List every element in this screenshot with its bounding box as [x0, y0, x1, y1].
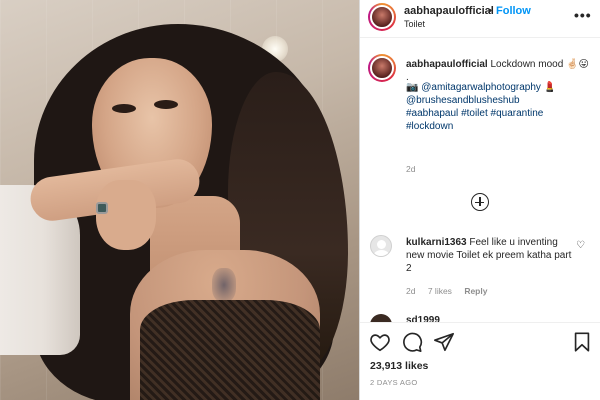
hashtag[interactable]: #aabhapaul: [406, 108, 458, 119]
caption-dot: .: [406, 72, 409, 83]
tattoo: [212, 268, 236, 302]
ring: [96, 202, 108, 214]
post-side-panel: aabhapaulofficial • Follow Toilet ••• aa…: [359, 0, 600, 400]
location-link[interactable]: Toilet: [404, 19, 425, 29]
separator-dot: •: [488, 5, 492, 17]
photographer-mention[interactable]: @amitagarwalphotography: [421, 82, 541, 93]
hashtag[interactable]: #toilet: [461, 108, 488, 119]
caption-text: aabhapaulofficial Lockdown mood 🤞🏻😛 . 📷 …: [406, 58, 592, 133]
caption-message: Lockdown mood 🤞🏻😛: [490, 59, 589, 70]
post-header: aabhapaulofficial • Follow Toilet •••: [360, 0, 600, 38]
makeup-mention[interactable]: @brushesandblusheshub: [406, 95, 520, 106]
commenter-avatar[interactable]: [370, 235, 392, 257]
likes-count[interactable]: 23,913 likes: [370, 360, 428, 372]
hashtag[interactable]: #lockdown: [406, 121, 453, 132]
right-eye: [154, 100, 178, 109]
camera-emoji: 📷: [406, 82, 419, 93]
author-avatar[interactable]: [368, 3, 396, 31]
caption-username[interactable]: aabhapaulofficial: [406, 59, 488, 70]
left-eye: [112, 104, 136, 113]
hashtag[interactable]: #quarantine: [491, 108, 544, 119]
lipstick-emoji: 💄: [543, 82, 557, 93]
more-options-icon[interactable]: •••: [574, 7, 592, 23]
comment-meta: 2d 7 likes Reply: [406, 286, 497, 296]
post-timestamp[interactable]: 2 DAYS AGO: [370, 378, 417, 387]
post-photo[interactable]: [0, 0, 359, 400]
author-username[interactable]: aabhapaulofficial: [404, 5, 494, 17]
comment-text: kulkarni1363 Feel like u inventing new m…: [406, 236, 572, 275]
hand: [96, 180, 156, 250]
follow-button[interactable]: Follow: [496, 5, 531, 17]
comment-like-icon[interactable]: ♡: [576, 240, 585, 251]
comment-username[interactable]: kulkarni1363: [406, 237, 467, 248]
comment-likes[interactable]: 7 likes: [428, 286, 452, 296]
comments-section[interactable]: aabhapaulofficial Lockdown mood 🤞🏻😛 . 📷 …: [360, 38, 600, 322]
lace-top: [140, 300, 320, 400]
next-comment-username[interactable]: sd1999: [406, 315, 440, 322]
load-more-comments-icon[interactable]: [471, 193, 489, 211]
bookmark-icon[interactable]: [571, 331, 593, 353]
heart-icon[interactable]: [369, 331, 391, 353]
caption-avatar[interactable]: [368, 54, 396, 82]
next-commenter-avatar[interactable]: [370, 314, 392, 322]
comment-time[interactable]: 2d: [406, 286, 415, 296]
reply-button[interactable]: Reply: [464, 286, 487, 296]
action-bar: 23,913 likes 2 DAYS AGO: [360, 322, 600, 400]
comment-icon[interactable]: [401, 331, 423, 353]
caption-time[interactable]: 2d: [406, 164, 415, 174]
share-icon[interactable]: [433, 331, 455, 353]
